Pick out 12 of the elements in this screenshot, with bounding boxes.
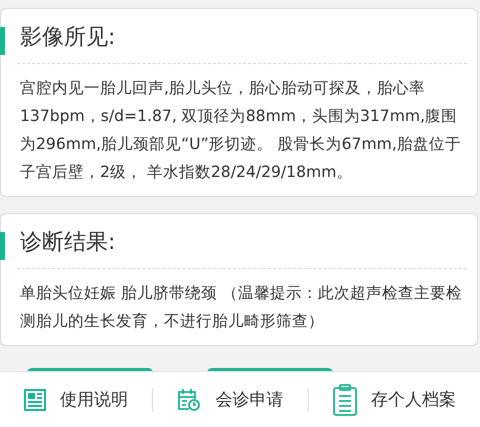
section-text: 单胎头位妊娠 胎儿脐带绕颈 （温馨提示：此次超声检查主要检测胎儿的生长发育，不进行胎儿畸形筛查） (20, 284, 462, 330)
section-text: 宫腔内见一胎儿回声,胎儿头位，胎心胎动可探及，胎心率137bpm，s/d=1.87, 双顶径为88mm，头围为317mm,腹围为296mm,胎儿颈部见“U”形切迹。 股骨长为67mm,胎盘位于子宫后壁，2级， 羊水指数28/24/29/18mm。 (20, 79, 461, 181)
accent-bar (0, 27, 5, 55)
bar-button[interactable]: 使用说明 (0, 372, 152, 427)
document-icon (24, 388, 46, 410)
calendar-clock-icon (177, 388, 202, 412)
section-title: 影像所见: (20, 25, 116, 50)
accent-bar (0, 232, 5, 260)
section-title: 诊断结果: (20, 230, 116, 255)
clipboard-icon (332, 384, 357, 416)
bar-button[interactable]: 存个人档案 (308, 372, 480, 427)
bar-button[interactable]: 会诊申请 (153, 372, 308, 427)
